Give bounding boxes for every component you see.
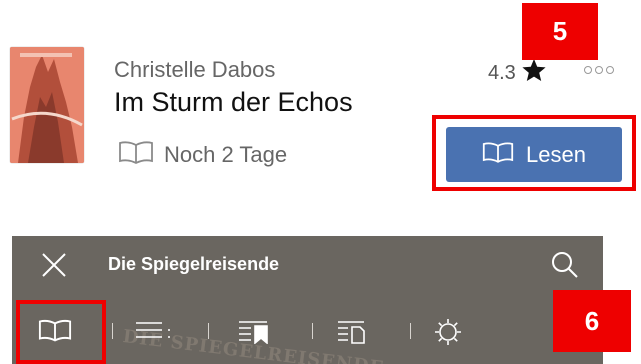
settings-gear-icon[interactable] xyxy=(434,318,462,351)
tab-separator xyxy=(112,323,113,339)
book-author: Christelle Dabos xyxy=(114,57,276,82)
annotation-highlight-book-tab xyxy=(16,300,106,364)
book-cover[interactable] xyxy=(10,47,84,163)
search-icon[interactable] xyxy=(551,251,579,284)
star-icon xyxy=(521,58,547,88)
read-button-label: Lesen xyxy=(526,141,586,167)
rating-value: 4.3 xyxy=(488,61,516,84)
book-rating: 4.3 xyxy=(488,58,547,88)
close-icon[interactable] xyxy=(41,252,67,283)
tab-separator xyxy=(312,323,313,339)
annotation-badge-5: 5 xyxy=(522,3,598,60)
reader-title: Die Spiegelreisende xyxy=(108,254,280,274)
book-open-icon xyxy=(118,140,154,170)
annotation-badge-6: 6 xyxy=(553,290,631,352)
read-button[interactable]: Lesen xyxy=(446,127,622,182)
book-title[interactable]: Im Sturm der Echos xyxy=(114,87,353,118)
tab-separator xyxy=(410,323,411,339)
more-dots-icon[interactable] xyxy=(584,66,614,74)
book-open-icon xyxy=(482,141,514,169)
loan-status: Noch 2 Tage xyxy=(118,140,287,170)
reader-header: Die Spiegelreisende xyxy=(12,236,603,292)
page-list-icon[interactable] xyxy=(336,318,370,349)
list-icon[interactable] xyxy=(134,318,174,347)
bookmark-list-icon[interactable] xyxy=(237,318,271,349)
tab-separator xyxy=(208,323,209,339)
loan-status-text: Noch 2 Tage xyxy=(164,142,288,167)
